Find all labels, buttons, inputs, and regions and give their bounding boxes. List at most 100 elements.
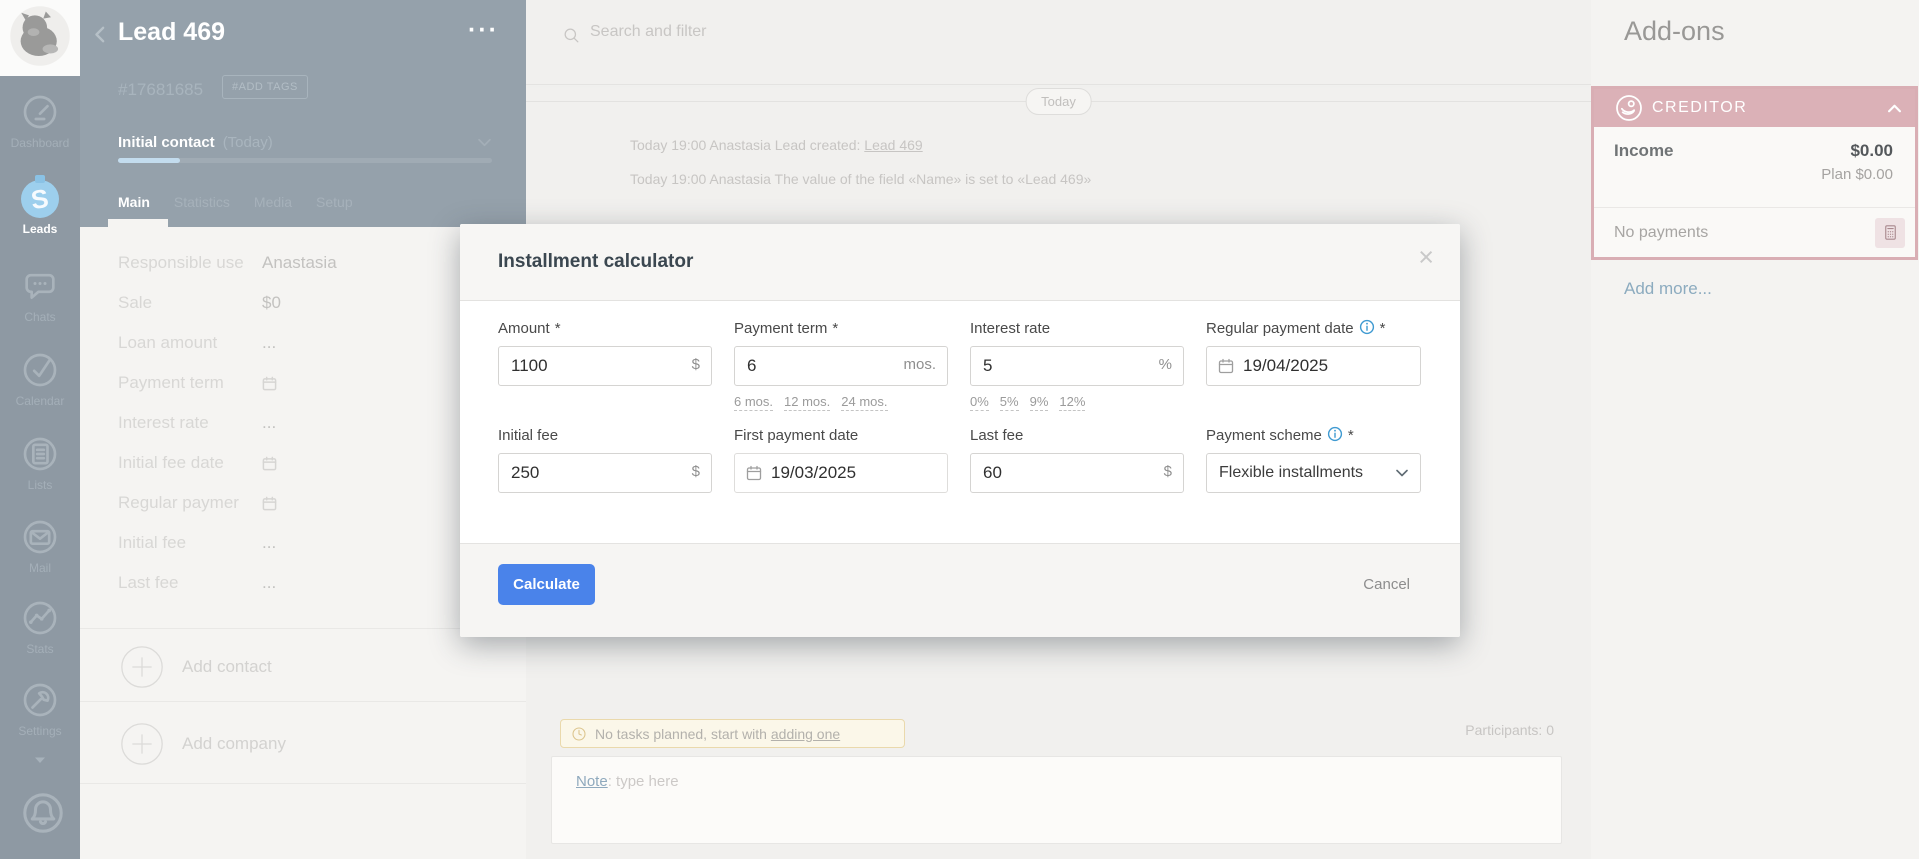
calendar-icon[interactable] <box>262 376 277 391</box>
interest-rate-unit: % <box>1158 356 1172 373</box>
info-icon[interactable] <box>1327 426 1343 442</box>
add-more-link[interactable]: Add more... <box>1624 279 1712 299</box>
cancel-button[interactable]: Cancel <box>1363 576 1410 593</box>
amount-input[interactable] <box>498 346 712 386</box>
participants-count: Participants: 0 <box>1465 722 1554 738</box>
regular-payment-date-input[interactable]: 19/04/2025 <box>1206 346 1421 386</box>
lead-stage-name: Initial contact <box>118 134 215 151</box>
tab-main[interactable]: Main <box>118 194 150 210</box>
note-placeholder: : type here <box>607 773 679 790</box>
note-input[interactable]: Note: type here <box>551 756 1562 844</box>
first-payment-date-field: First payment date 19/03/2025 <box>734 427 948 493</box>
field-label: Responsible use <box>118 253 244 272</box>
calendar-icon[interactable] <box>262 456 277 471</box>
preset-5-percent[interactable]: 5% <box>999 394 1019 411</box>
info-icon[interactable] <box>1359 319 1375 335</box>
calendar-icon[interactable] <box>262 496 277 511</box>
amount-field: Amount* $ <box>498 320 712 411</box>
no-tasks-text: No tasks planned, start with <box>595 725 771 742</box>
preset-12-percent[interactable]: 12% <box>1059 394 1086 411</box>
account-avatar[interactable] <box>0 0 80 76</box>
field-value[interactable]: Anastasia <box>262 253 337 273</box>
field-value[interactable]: ... <box>262 333 276 353</box>
search-icon <box>562 26 581 45</box>
tab-media[interactable]: Media <box>254 194 292 210</box>
event-text: Today 19:00 Anastasia Lead created: <box>630 137 865 153</box>
last-fee-label: Last fee <box>970 427 1024 444</box>
sidebar-item-lists[interactable]: Lists <box>0 434 80 492</box>
calendar-icon <box>1218 358 1234 374</box>
add-company-button[interactable]: Add company <box>120 722 286 766</box>
payment-term-field: Payment term* mos. 6 mos. 12 mos. 24 mos… <box>734 320 948 411</box>
event-lead-link[interactable]: Lead 469 <box>864 137 922 153</box>
interest-rate-label: Interest rate <box>970 320 1051 337</box>
sidebar-item-calendar[interactable]: Calendar <box>0 350 80 408</box>
last-fee-unit: $ <box>1163 463 1172 480</box>
close-icon[interactable]: × <box>1418 244 1434 271</box>
field-label: Loan amount <box>118 333 218 352</box>
sidebar-item-notifications[interactable] <box>0 790 80 833</box>
installment-calculator-button[interactable] <box>1875 217 1905 248</box>
field-label: Regular paymer <box>118 493 239 512</box>
sidebar-item-label: Dashboard <box>10 136 70 150</box>
payment-scheme-select[interactable]: Flexible installments <box>1206 453 1421 493</box>
required-mark: * <box>1379 320 1386 337</box>
initial-fee-field: Initial fee $ <box>498 427 712 493</box>
payment-scheme-label: Payment scheme <box>1206 427 1322 444</box>
sidebar-item-leads[interactable]: S Leads <box>0 175 80 236</box>
first-payment-date-input[interactable]: 19/03/2025 <box>734 453 948 493</box>
field-value[interactable]: $0 <box>262 293 281 313</box>
lead-header: Lead 469 ··· #17681685 #ADD TAGS Initial… <box>80 0 526 228</box>
preset-24-months[interactable]: 24 mos. <box>841 394 888 411</box>
search-input[interactable] <box>588 22 1092 42</box>
calendar-icon <box>746 465 762 481</box>
preset-6-months[interactable]: 6 mos. <box>734 394 774 411</box>
tab-setup[interactable]: Setup <box>316 194 353 210</box>
sidebar-item-stats[interactable]: Stats <box>0 598 80 656</box>
sidebar-expand-chevron-icon[interactable] <box>34 756 46 764</box>
preset-12-months[interactable]: 12 mos. <box>784 394 831 411</box>
first-payment-date-value: 19/03/2025 <box>771 463 857 482</box>
modal-fields-row-1: Amount* $ Payment term* mos. 6 mos. 12 m… <box>498 319 1421 411</box>
lead-menu-dots-icon[interactable]: ··· <box>468 16 499 45</box>
sidebar-item-label: Lists <box>27 478 53 492</box>
required-mark: * <box>832 320 839 337</box>
stage-progress-bar <box>118 158 492 163</box>
back-chevron-icon[interactable] <box>94 26 105 43</box>
field-value[interactable]: ... <box>262 533 276 553</box>
sidebar-item-dashboard[interactable]: Dashboard <box>0 92 80 150</box>
add-contact-label: Add contact <box>182 657 272 676</box>
sidebar-item-mail[interactable]: Mail <box>0 517 80 575</box>
creditor-widget-header[interactable]: CREDITOR <box>1594 89 1915 127</box>
sidebar-item-settings[interactable]: Settings <box>0 680 80 738</box>
initial-fee-input[interactable] <box>498 453 712 493</box>
leads-icon: S <box>21 175 59 218</box>
add-contact-button[interactable]: Add contact <box>120 645 272 689</box>
add-task-link[interactable]: adding one <box>771 726 840 742</box>
payment-scheme-field: Payment scheme * Flexible installments <box>1206 426 1421 493</box>
sidebar-item-label: Calendar <box>15 394 65 408</box>
interest-rate-input[interactable] <box>970 346 1184 386</box>
lead-stage[interactable]: Initial contact (Today) <box>118 134 273 151</box>
required-mark: * <box>554 320 561 337</box>
note-type-selector[interactable]: Note <box>576 773 608 790</box>
preset-0-percent[interactable]: 0% <box>970 394 989 411</box>
collapse-chevron-up-icon[interactable] <box>1888 104 1901 113</box>
bell-icon <box>20 790 63 833</box>
preset-9-percent[interactable]: 9% <box>1029 394 1049 411</box>
active-tab-indicator <box>108 219 168 228</box>
field-label: Last fee <box>118 573 179 592</box>
stage-chevron-down-icon[interactable] <box>478 138 491 147</box>
field-value[interactable]: ... <box>262 413 276 433</box>
first-payment-date-label: First payment date <box>734 427 859 444</box>
last-fee-input[interactable] <box>970 453 1184 493</box>
nav-sidebar: Dashboard S Leads Chats Calendar Lists M… <box>0 0 80 859</box>
modal-footer: Calculate Cancel <box>460 543 1460 637</box>
field-value[interactable]: ... <box>262 573 276 593</box>
interest-rate-presets: 0% 5% 9% 12% <box>970 394 1184 411</box>
calculate-button[interactable]: Calculate <box>498 564 595 605</box>
sidebar-item-chats[interactable]: Chats <box>0 266 80 324</box>
income-label: Income <box>1614 141 1674 160</box>
add-tags-button[interactable]: #ADD TAGS <box>222 75 308 99</box>
tab-statistics[interactable]: Statistics <box>174 194 230 210</box>
